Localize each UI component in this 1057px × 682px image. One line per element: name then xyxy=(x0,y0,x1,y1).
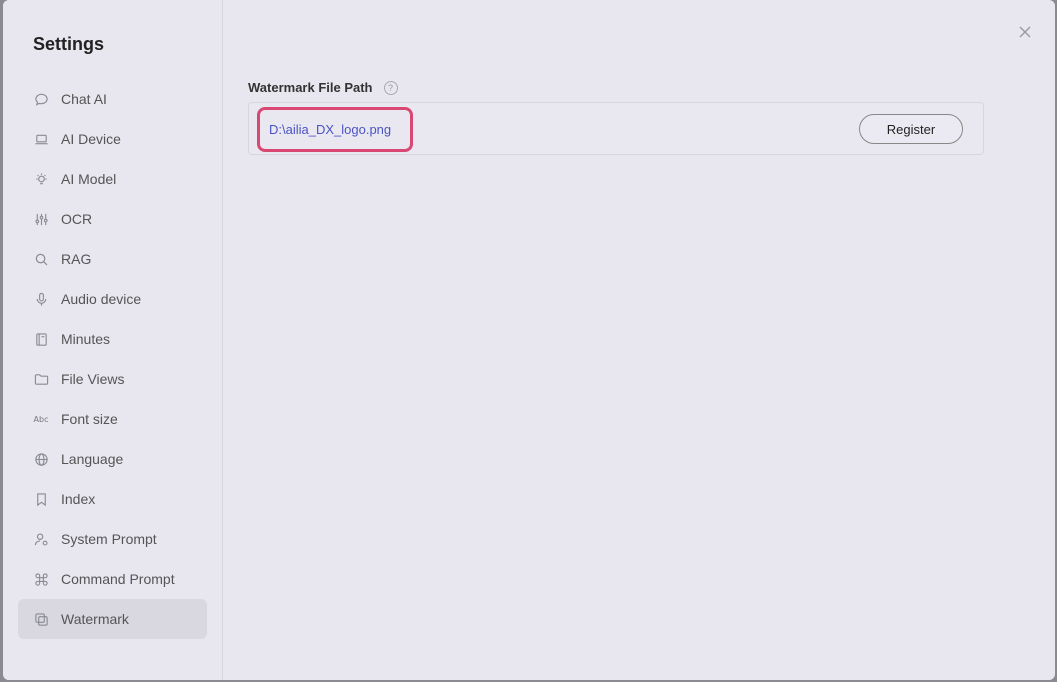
sidebar-item-label: Audio device xyxy=(61,291,142,307)
laptop-icon xyxy=(33,131,49,147)
sidebar-item-label: System Prompt xyxy=(61,531,157,547)
sidebar-item-label: AI Model xyxy=(61,171,117,187)
sidebar-item-label: RAG xyxy=(61,251,92,267)
sidebar-item-system-prompt[interactable]: System Prompt xyxy=(18,519,207,559)
sidebar-item-audio-device[interactable]: Audio device xyxy=(18,279,207,319)
sidebar-item-label: Language xyxy=(61,451,124,467)
sidebar-item-index[interactable]: Index xyxy=(18,479,207,519)
watermark-file-path[interactable]: D:\ailia_DX_logo.png xyxy=(269,122,391,137)
watermark-section-label: Watermark File Path ? xyxy=(248,80,398,95)
sidebar-item-label: File Views xyxy=(61,371,125,387)
sidebar-item-label: Font size xyxy=(61,411,118,427)
settings-title: Settings xyxy=(33,34,105,54)
close-icon xyxy=(1019,26,1031,38)
sidebar-item-watermark[interactable]: Watermark xyxy=(18,599,207,639)
copy-icon xyxy=(33,611,49,627)
chat-bubble-icon xyxy=(33,91,49,107)
sidebar-item-label: Minutes xyxy=(61,331,111,347)
globe-icon xyxy=(33,451,49,467)
sidebar-item-language[interactable]: Language xyxy=(18,439,207,479)
microphone-icon xyxy=(33,291,49,307)
sidebar-item-label: AI Device xyxy=(61,131,121,147)
sidebar-item-chat-ai[interactable]: Chat AI xyxy=(18,79,207,119)
sidebar-item-label: Chat AI xyxy=(61,91,107,107)
abc-icon: Abc xyxy=(33,414,49,424)
sidebar-item-ai-model[interactable]: AI Model xyxy=(18,159,207,199)
sidebar-item-ai-device[interactable]: AI Device xyxy=(18,119,207,159)
sliders-icon xyxy=(33,211,49,227)
sidebar-item-file-views[interactable]: File Views xyxy=(18,359,207,399)
notebook-icon xyxy=(33,331,49,347)
user-gear-icon xyxy=(33,531,49,547)
settings-dialog: Settings Chat AI AI Device AI Model OCR xyxy=(3,0,1055,680)
command-icon xyxy=(33,571,49,587)
sidebar-item-label: Command Prompt xyxy=(61,571,175,587)
sidebar-item-label: Watermark xyxy=(61,611,129,627)
sidebar-item-minutes[interactable]: Minutes xyxy=(18,319,207,359)
bookmark-icon xyxy=(33,491,49,507)
folder-icon xyxy=(33,371,49,387)
sidebar-item-label: OCR xyxy=(61,211,93,227)
watermark-file-path-label: Watermark File Path xyxy=(248,80,373,95)
sidebar-item-font-size[interactable]: Abc Font size xyxy=(18,399,207,439)
close-button[interactable] xyxy=(1017,24,1033,40)
lightbulb-icon xyxy=(33,171,49,187)
search-icon xyxy=(33,251,49,267)
sidebar-item-label: Index xyxy=(61,491,96,507)
settings-sidebar: Settings Chat AI AI Device AI Model OCR xyxy=(3,0,223,680)
sidebar-item-ocr[interactable]: OCR xyxy=(18,199,207,239)
help-icon[interactable]: ? xyxy=(383,80,398,95)
sidebar-item-rag[interactable]: RAG xyxy=(18,239,207,279)
register-button[interactable]: Register xyxy=(859,114,963,144)
sidebar-item-command-prompt[interactable]: Command Prompt xyxy=(18,559,207,599)
watermark-path-field: D:\ailia_DX_logo.png Register xyxy=(248,102,984,155)
